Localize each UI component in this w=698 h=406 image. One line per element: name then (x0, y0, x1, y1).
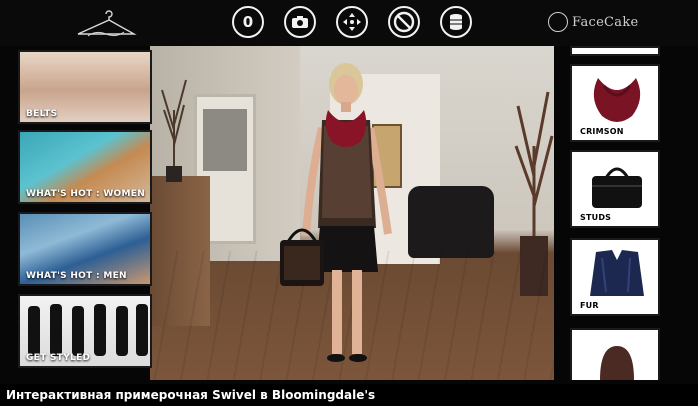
hat-icon (600, 346, 634, 380)
category-rail: BELTS WHAT'S HOT : WOMEN WHAT'S HOT : ME… (18, 50, 152, 380)
top-bar: 0 FaceCake (0, 0, 698, 46)
category-label: WHAT'S HOT : WOMEN (26, 189, 146, 199)
product-label: CRIMSON (580, 127, 624, 136)
product-card-hat[interactable] (570, 328, 660, 380)
move-arrows-icon (343, 13, 361, 31)
product-card-crimson[interactable]: CRIMSON (570, 64, 660, 142)
item-count-button[interactable]: 0 (232, 6, 264, 38)
category-label: BELTS (26, 109, 58, 119)
clear-button[interactable] (388, 6, 420, 38)
product-card-fur[interactable]: FUR (570, 238, 660, 316)
product-label: FUR (580, 301, 599, 310)
camera-button[interactable] (284, 6, 316, 38)
facecake-brand: FaceCake (548, 12, 639, 32)
category-tile-get-styled[interactable]: GET STYLED (18, 294, 152, 368)
category-tile-belts[interactable]: BELTS (18, 50, 152, 124)
product-card-partial[interactable] (570, 46, 660, 56)
swivel-hanger-logo (77, 10, 137, 37)
scarf-icon (593, 78, 641, 122)
prohibited-icon (393, 11, 415, 33)
toolbar: 0 (232, 6, 472, 40)
move-button[interactable] (336, 6, 368, 38)
swivel-screen: 0 FaceCake BELTS WHAT'S HOT: WOMEN WHAT… (0, 0, 698, 406)
category-tile-whats-hot-women[interactable]: WHAT'S HOT : WOMEN (18, 130, 152, 204)
fur-vest-icon (590, 250, 644, 296)
product-rail: CRIMSON STUDS FUR (556, 46, 674, 380)
product-card-studs[interactable]: STUDS (570, 150, 660, 228)
category-tile-whats-hot-men[interactable]: WHAT'S HOT : MEN (18, 212, 152, 286)
stack-icon (450, 14, 462, 30)
brand-text: FaceCake (572, 14, 639, 30)
plant-icon (161, 79, 187, 182)
handbag-icon (592, 167, 642, 208)
camera-icon (292, 16, 308, 28)
shopper-figure (280, 63, 392, 362)
category-label: GET STYLED (26, 353, 91, 363)
facecake-logo-icon (548, 12, 568, 32)
product-label: STUDS (580, 213, 612, 222)
mirror-view (150, 46, 554, 380)
item-count: 0 (242, 13, 254, 31)
photo-caption: Интерактивная примерочная Swivel в Bloom… (0, 384, 698, 406)
stack-button[interactable] (440, 6, 472, 38)
category-label: WHAT'S HOT : MEN (26, 271, 127, 281)
